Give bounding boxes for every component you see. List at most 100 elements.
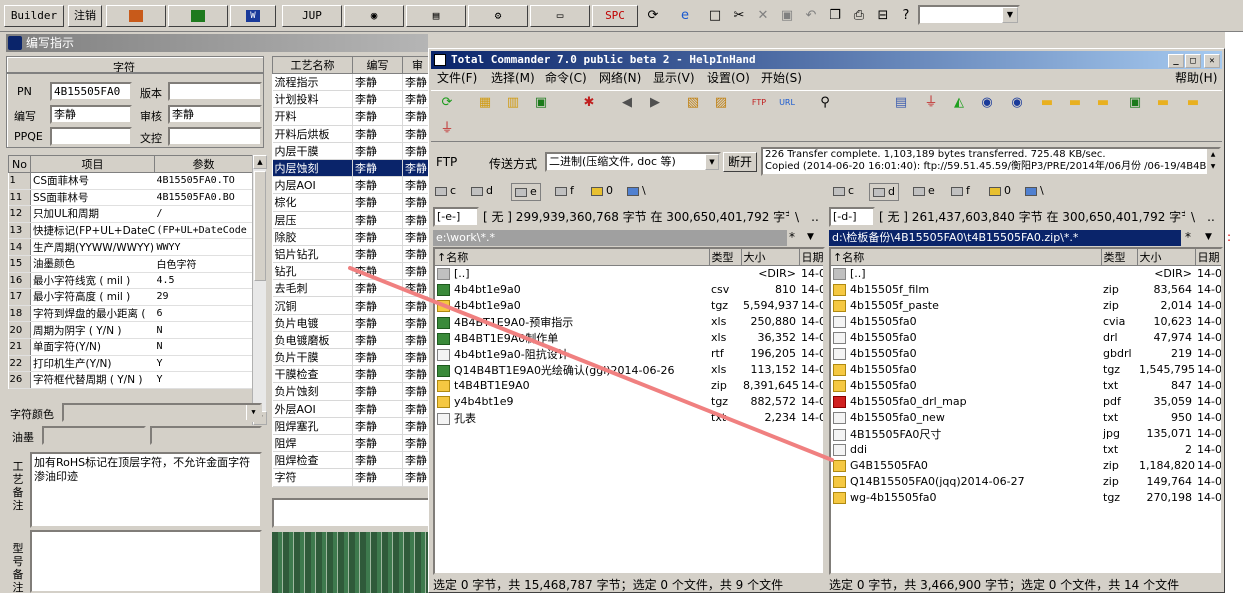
version-field[interactable] <box>168 82 262 101</box>
param-row[interactable]: 18 字符到焊盘的最小距离 (6 <box>8 305 253 323</box>
module-button-6[interactable]: ⚙ <box>468 5 528 27</box>
log-scrollbar[interactable]: ▲ ▼ <box>1207 149 1219 174</box>
col-param[interactable]: 参数 <box>154 155 253 173</box>
undo-icon[interactable]: ↶ <box>800 5 822 27</box>
search-icon[interactable]: ⚲ <box>815 93 835 113</box>
file-row[interactable]: 4b15505fa0 cvia 10,623 14-0 <box>831 314 1221 330</box>
full-view-icon[interactable]: ▥ <box>503 93 523 113</box>
chart-icon[interactable]: ◭ <box>949 93 969 113</box>
refresh-icon[interactable]: ⟳ <box>642 5 664 27</box>
folder-icon-3[interactable]: ▬ <box>1093 93 1113 113</box>
module-button-2[interactable] <box>168 5 228 27</box>
file-row[interactable]: 4b4bt1e9a0 csv 810 14-0 <box>435 282 823 298</box>
col-type[interactable]: 类型 <box>1101 249 1138 266</box>
folder-icon-2[interactable]: ▬ <box>1065 93 1085 113</box>
network-drive[interactable]: \ <box>627 181 646 201</box>
process-row[interactable]: 负片电镀 李静 李静 <box>272 314 433 332</box>
file-row[interactable]: Q14B15505FA0(jqq)2014-06-27 zip 149,764 14-… <box>831 474 1221 490</box>
param-value[interactable]: 4.5 <box>154 272 253 290</box>
refresh-icon[interactable]: ⟳ <box>437 93 457 113</box>
drive-c[interactable]: c <box>833 181 854 201</box>
file-row[interactable]: 4b15505fa0 tgz 1,545,795 14-0 <box>831 362 1221 378</box>
param-row[interactable]: 1 CS面菲林号 4B15505FA0.TO <box>8 172 253 190</box>
param-value[interactable]: WWYY <box>154 238 253 256</box>
param-value[interactable]: 4B15505FA0.TO <box>154 172 253 190</box>
chevron-down-icon[interactable]: ▼ <box>807 232 814 242</box>
drive-0[interactable]: 0 <box>989 181 1011 201</box>
file-row[interactable]: 4b4bt1e9a0-阻抗设计 rtf 196,205 14-0 <box>435 346 823 362</box>
forward-icon[interactable]: ▶ <box>645 93 665 113</box>
writer-field[interactable]: 李静 <box>50 105 132 124</box>
param-value[interactable]: (FP+UL+DateCode <box>154 222 253 240</box>
param-scrollbar[interactable]: ▲ ▼ <box>252 155 267 425</box>
file-row[interactable]: 4b15505fa0 drl 47,974 14-0 <box>831 330 1221 346</box>
process-row[interactable]: 棕化 李静 李静 <box>272 193 433 212</box>
jup-button[interactable]: JUP <box>282 5 342 27</box>
process-row[interactable]: 铝片钻孔 李静 李静 <box>272 245 433 264</box>
ink-field[interactable] <box>42 426 146 445</box>
file-row[interactable]: 4b15505fa0 gbdrl 219 14-0 <box>831 346 1221 362</box>
file-row[interactable]: 4B4BT1E9A0制作单 xls 36,352 14-0 <box>435 330 823 346</box>
folder-icon-4[interactable]: ▬ <box>1153 93 1173 113</box>
menu-network[interactable]: 网络(N) <box>599 69 641 88</box>
process-row[interactable]: 计划投料 李静 李静 <box>272 90 433 109</box>
cut-icon[interactable]: ✂ <box>728 5 750 27</box>
root-button[interactable]: \ <box>789 207 805 227</box>
app-shortcut-icon-2[interactable]: ◉ <box>1007 93 1027 113</box>
drive-e-active[interactable]: e <box>511 183 541 201</box>
file-row[interactable]: 4b15505fa0_new txt 950 14-0 <box>831 410 1221 426</box>
minimize-button[interactable]: _ <box>1168 54 1184 68</box>
drive-d[interactable]: d <box>471 181 493 201</box>
col-date[interactable]: 日期 <box>799 249 823 266</box>
param-value[interactable]: 29 <box>154 288 253 306</box>
module-button-1[interactable] <box>106 5 166 27</box>
drive-f[interactable]: f <box>555 181 574 201</box>
help-icon[interactable]: ? <box>895 5 917 27</box>
ink-field-2[interactable] <box>150 426 262 445</box>
col-name[interactable]: ↑名称 <box>831 249 1102 266</box>
module-button-5[interactable]: ▤ <box>406 5 466 27</box>
param-value[interactable]: 6 <box>154 305 253 323</box>
process-row[interactable]: 钻孔 李静 李静 <box>272 262 433 281</box>
param-value[interactable]: 白色字符 <box>154 255 253 273</box>
drive-e[interactable]: e <box>913 181 935 201</box>
back-icon[interactable]: ◀ <box>617 93 637 113</box>
param-value[interactable]: N <box>154 338 253 356</box>
menu-view[interactable]: 显示(V) <box>653 69 695 88</box>
notepad-icon[interactable]: ▤ <box>891 93 911 113</box>
disconnect-button[interactable]: 断开 <box>723 152 757 172</box>
col-name[interactable]: ↑名称 <box>435 249 710 266</box>
menu-settings[interactable]: 设置(O) <box>707 69 750 88</box>
process-row[interactable]: 开料 李静 李静 <box>272 107 433 126</box>
new-icon[interactable]: □ <box>704 5 726 27</box>
drive-d-active[interactable]: d <box>869 183 899 201</box>
module-button-7[interactable]: ▭ <box>530 5 590 27</box>
process-row[interactable]: 开料后烘板 李静 李静 <box>272 125 433 143</box>
ppqe-field[interactable] <box>50 127 132 146</box>
pdf-icon-2[interactable]: ⏚ <box>437 119 457 139</box>
reviewer-field[interactable]: 李静 <box>168 105 262 124</box>
history-icon[interactable]: * <box>789 230 795 244</box>
file-row[interactable]: 4b4bt1e9a0 tgz 5,594,937 14-0 <box>435 298 823 314</box>
folder-icon-1[interactable]: ▬ <box>1037 93 1057 113</box>
chevron-down-icon[interactable]: ▼ <box>1205 232 1212 242</box>
col-type[interactable]: 类型 <box>709 249 742 266</box>
app-shortcut-icon-1[interactable]: ◉ <box>977 93 997 113</box>
param-value[interactable]: / <box>154 205 253 223</box>
process-row[interactable]: 内层干膜 李静 李静 <box>272 142 433 160</box>
menu-select[interactable]: 选择(M) <box>491 69 535 88</box>
logout-button[interactable]: 注销 <box>68 5 102 27</box>
param-value[interactable]: N <box>154 321 253 339</box>
param-row[interactable]: 22 打印机生产(Y/N) Y <box>8 355 253 373</box>
brief-view-icon[interactable]: ▦ <box>475 93 495 113</box>
col-process-name[interactable]: 工艺名称 <box>272 56 353 74</box>
file-row[interactable]: G4B15505FA0 zip 1,184,820 14-0 <box>831 458 1221 474</box>
process-row[interactable]: 负片干膜 李静 李静 <box>272 348 433 367</box>
folder-icon-5[interactable]: ▬ <box>1183 93 1203 113</box>
transfer-mode-select[interactable]: 二进制(压缩文件, doc 等) ▼ <box>545 152 721 172</box>
file-row[interactable]: wg-4b15505fa0 tgz 270,198 14-0 <box>831 490 1221 506</box>
param-value[interactable]: Y <box>154 371 253 389</box>
process-row[interactable]: 干膜检查 李静 李静 <box>272 365 433 384</box>
url-icon[interactable]: URL <box>777 93 797 113</box>
col-size[interactable]: 大小 <box>1137 249 1196 266</box>
